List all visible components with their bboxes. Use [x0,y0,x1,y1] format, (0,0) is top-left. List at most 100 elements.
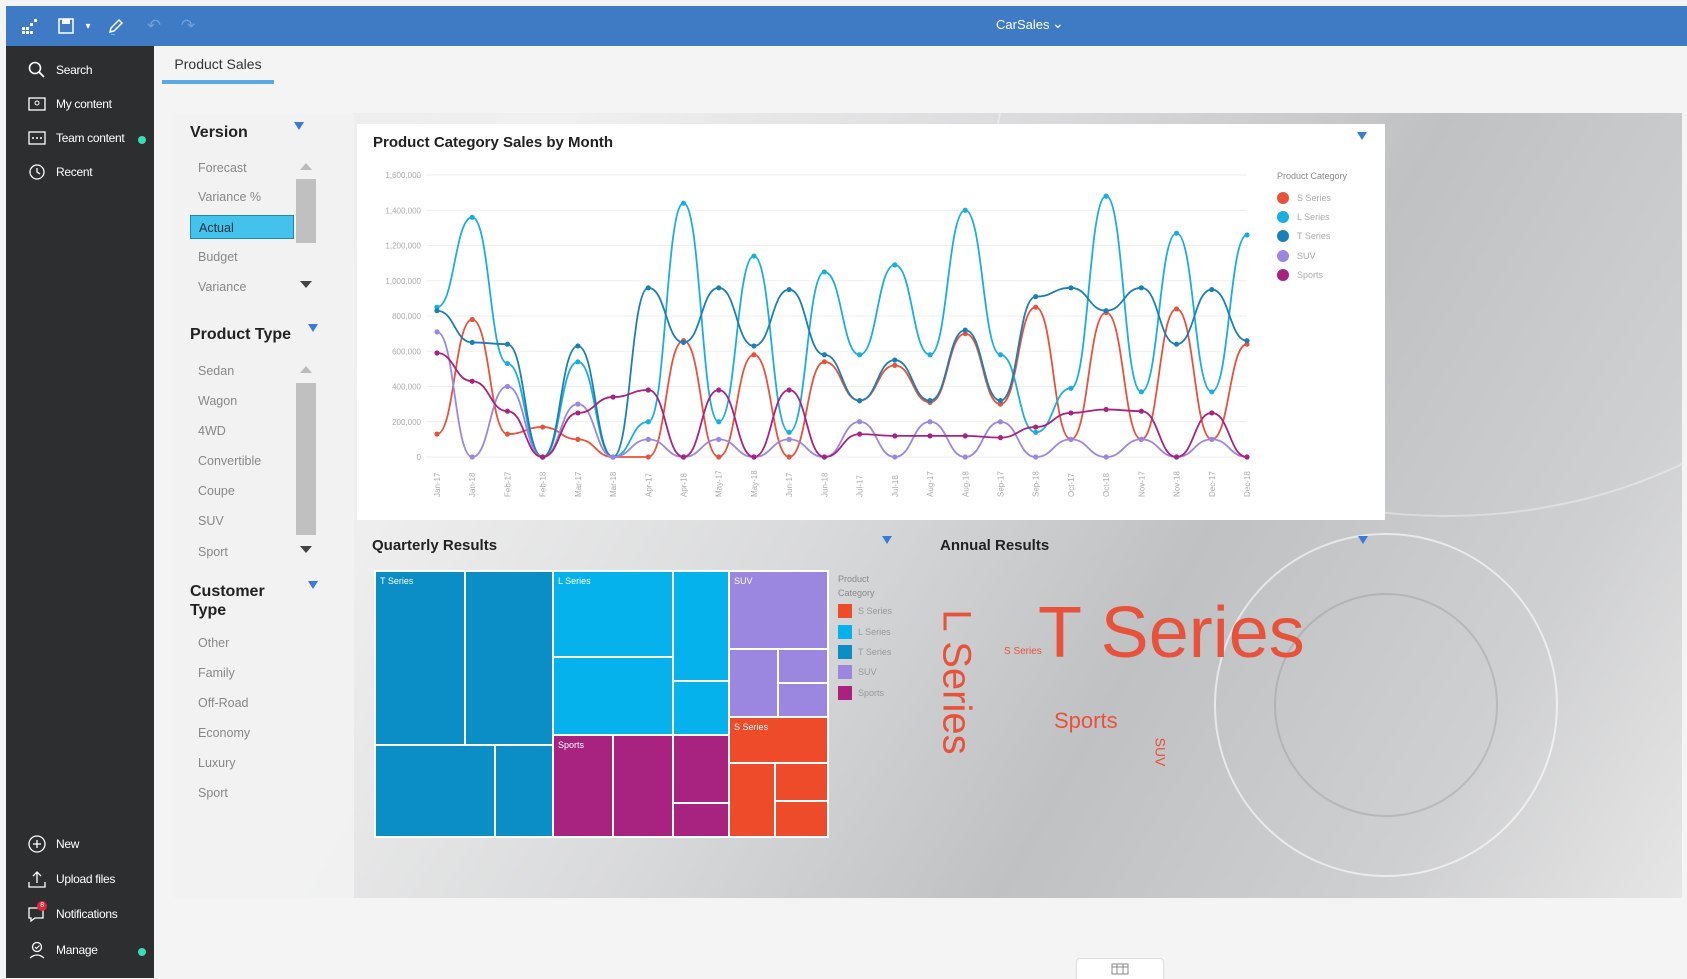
data-point[interactable] [786,387,792,393]
data-point[interactable] [997,398,1004,404]
scroll-down-icon[interactable] [300,281,312,288]
data-point[interactable] [1103,406,1109,413]
data-point[interactable] [997,352,1004,358]
grid-apps-icon[interactable] [18,14,42,38]
filter-product-type-item[interactable]: Sedan [190,359,294,383]
treemap-cell[interactable] [776,802,827,836]
treemap-cell[interactable] [466,572,552,744]
filter-version-item[interactable]: Variance [190,275,294,299]
data-point[interactable] [1244,232,1250,238]
nav-team-content[interactable]: Team content [26,126,125,150]
scroll-up-icon[interactable] [300,163,312,170]
data-point[interactable] [434,329,440,335]
filter-version-item[interactable]: Variance % [190,185,294,209]
data-point[interactable] [857,352,863,358]
data-point[interactable] [1173,230,1180,236]
data-point[interactable] [1138,408,1144,414]
treemap-cell[interactable] [730,650,777,716]
data-point[interactable] [751,253,757,259]
data-point[interactable] [1209,436,1215,442]
data-point[interactable] [716,419,722,425]
data-point[interactable] [575,436,581,442]
data-point[interactable] [469,378,475,384]
data-point[interactable] [962,454,968,460]
legend-item-sports[interactable]: Sports [1277,269,1323,281]
data-point[interactable] [1068,436,1074,442]
data-point[interactable] [645,436,651,442]
data-point[interactable] [857,419,863,425]
filter-funnel-icon[interactable] [308,581,318,589]
treemap-cell[interactable] [674,682,728,734]
data-point[interactable] [1033,424,1039,430]
treemap[interactable]: T Series L Series SUV Sports S Series [374,570,829,838]
wordcloud[interactable]: T Series L Series Sports S Series SUV [930,570,1380,810]
data-point[interactable] [927,419,933,425]
pencil-edit-icon[interactable] [104,14,128,38]
data-point[interactable] [469,214,475,220]
data-point[interactable] [892,362,898,368]
data-point[interactable] [680,200,687,206]
filter-funnel-icon[interactable] [1358,536,1368,544]
data-point[interactable] [892,357,898,363]
data-point[interactable] [1138,285,1144,291]
data-point[interactable] [716,436,722,442]
data-point[interactable] [575,401,581,407]
treemap-cell[interactable] [779,650,827,682]
filter-product-type-item[interactable]: Wagon [190,389,294,413]
nav-notifications[interactable]: 8 Notifications [26,901,118,926]
data-point[interactable] [610,394,616,400]
data-point[interactable] [1033,294,1039,300]
data-point[interactable] [1209,410,1215,416]
legend-item-l-series[interactable]: L Series [1277,211,1330,223]
data-point[interactable] [751,352,757,358]
treemap-cell[interactable] [614,736,672,836]
data-point[interactable] [716,454,722,460]
treemap-legend-item[interactable]: L Series [838,625,891,639]
filter-product-type-item[interactable]: SUV [190,509,294,533]
data-point[interactable] [892,454,898,460]
data-point[interactable] [997,419,1004,425]
treemap-legend-item[interactable]: T Series [838,645,891,659]
data-point[interactable] [1103,454,1109,460]
data-point[interactable] [927,352,933,358]
filter-customer-type-item[interactable]: Economy [190,721,294,745]
data-point[interactable] [821,352,827,358]
nav-manage[interactable]: Manage [26,938,98,962]
chevron-down-icon[interactable]: ▾ [76,14,100,38]
wordcloud-word[interactable]: L Series [935,609,979,754]
filter-product-type-item[interactable]: Coupe [190,479,294,503]
data-point[interactable] [821,269,827,275]
wordcloud-word[interactable]: SUV [1152,738,1168,767]
data-point[interactable] [1244,454,1250,460]
data-point[interactable] [469,454,475,460]
data-point[interactable] [575,359,581,365]
scroll-down-icon[interactable] [300,546,312,553]
nav-recent[interactable]: Recent [26,160,93,184]
treemap-cell[interactable] [376,746,494,836]
treemap-cell[interactable] [776,764,827,800]
treemap-cell[interactable] [376,572,464,744]
data-point[interactable] [716,285,722,291]
data-point[interactable] [1209,286,1215,293]
series-line-sports[interactable] [436,352,1248,458]
legend-item-t-series[interactable]: T Series [1277,230,1330,242]
data-point[interactable] [927,433,933,439]
data-point[interactable] [821,454,827,460]
data-point[interactable] [821,359,827,365]
data-point[interactable] [469,339,475,346]
scroll-up-icon[interactable] [300,366,312,373]
data-point[interactable] [645,387,651,393]
data-point[interactable] [469,316,475,323]
data-point[interactable] [504,341,511,347]
treemap-legend-item[interactable]: SUV [838,665,877,679]
data-point[interactable] [504,360,511,367]
redo-icon[interactable]: ↷ [176,14,200,38]
data-point[interactable] [786,436,792,442]
treemap-cell[interactable] [674,572,728,680]
data-point[interactable] [751,454,757,460]
data-point[interactable] [857,398,863,404]
data-point[interactable] [786,454,792,460]
legend-item-suv[interactable]: SUV [1277,250,1316,262]
data-point[interactable] [1033,429,1039,435]
undo-icon[interactable]: ↶ [142,14,166,38]
